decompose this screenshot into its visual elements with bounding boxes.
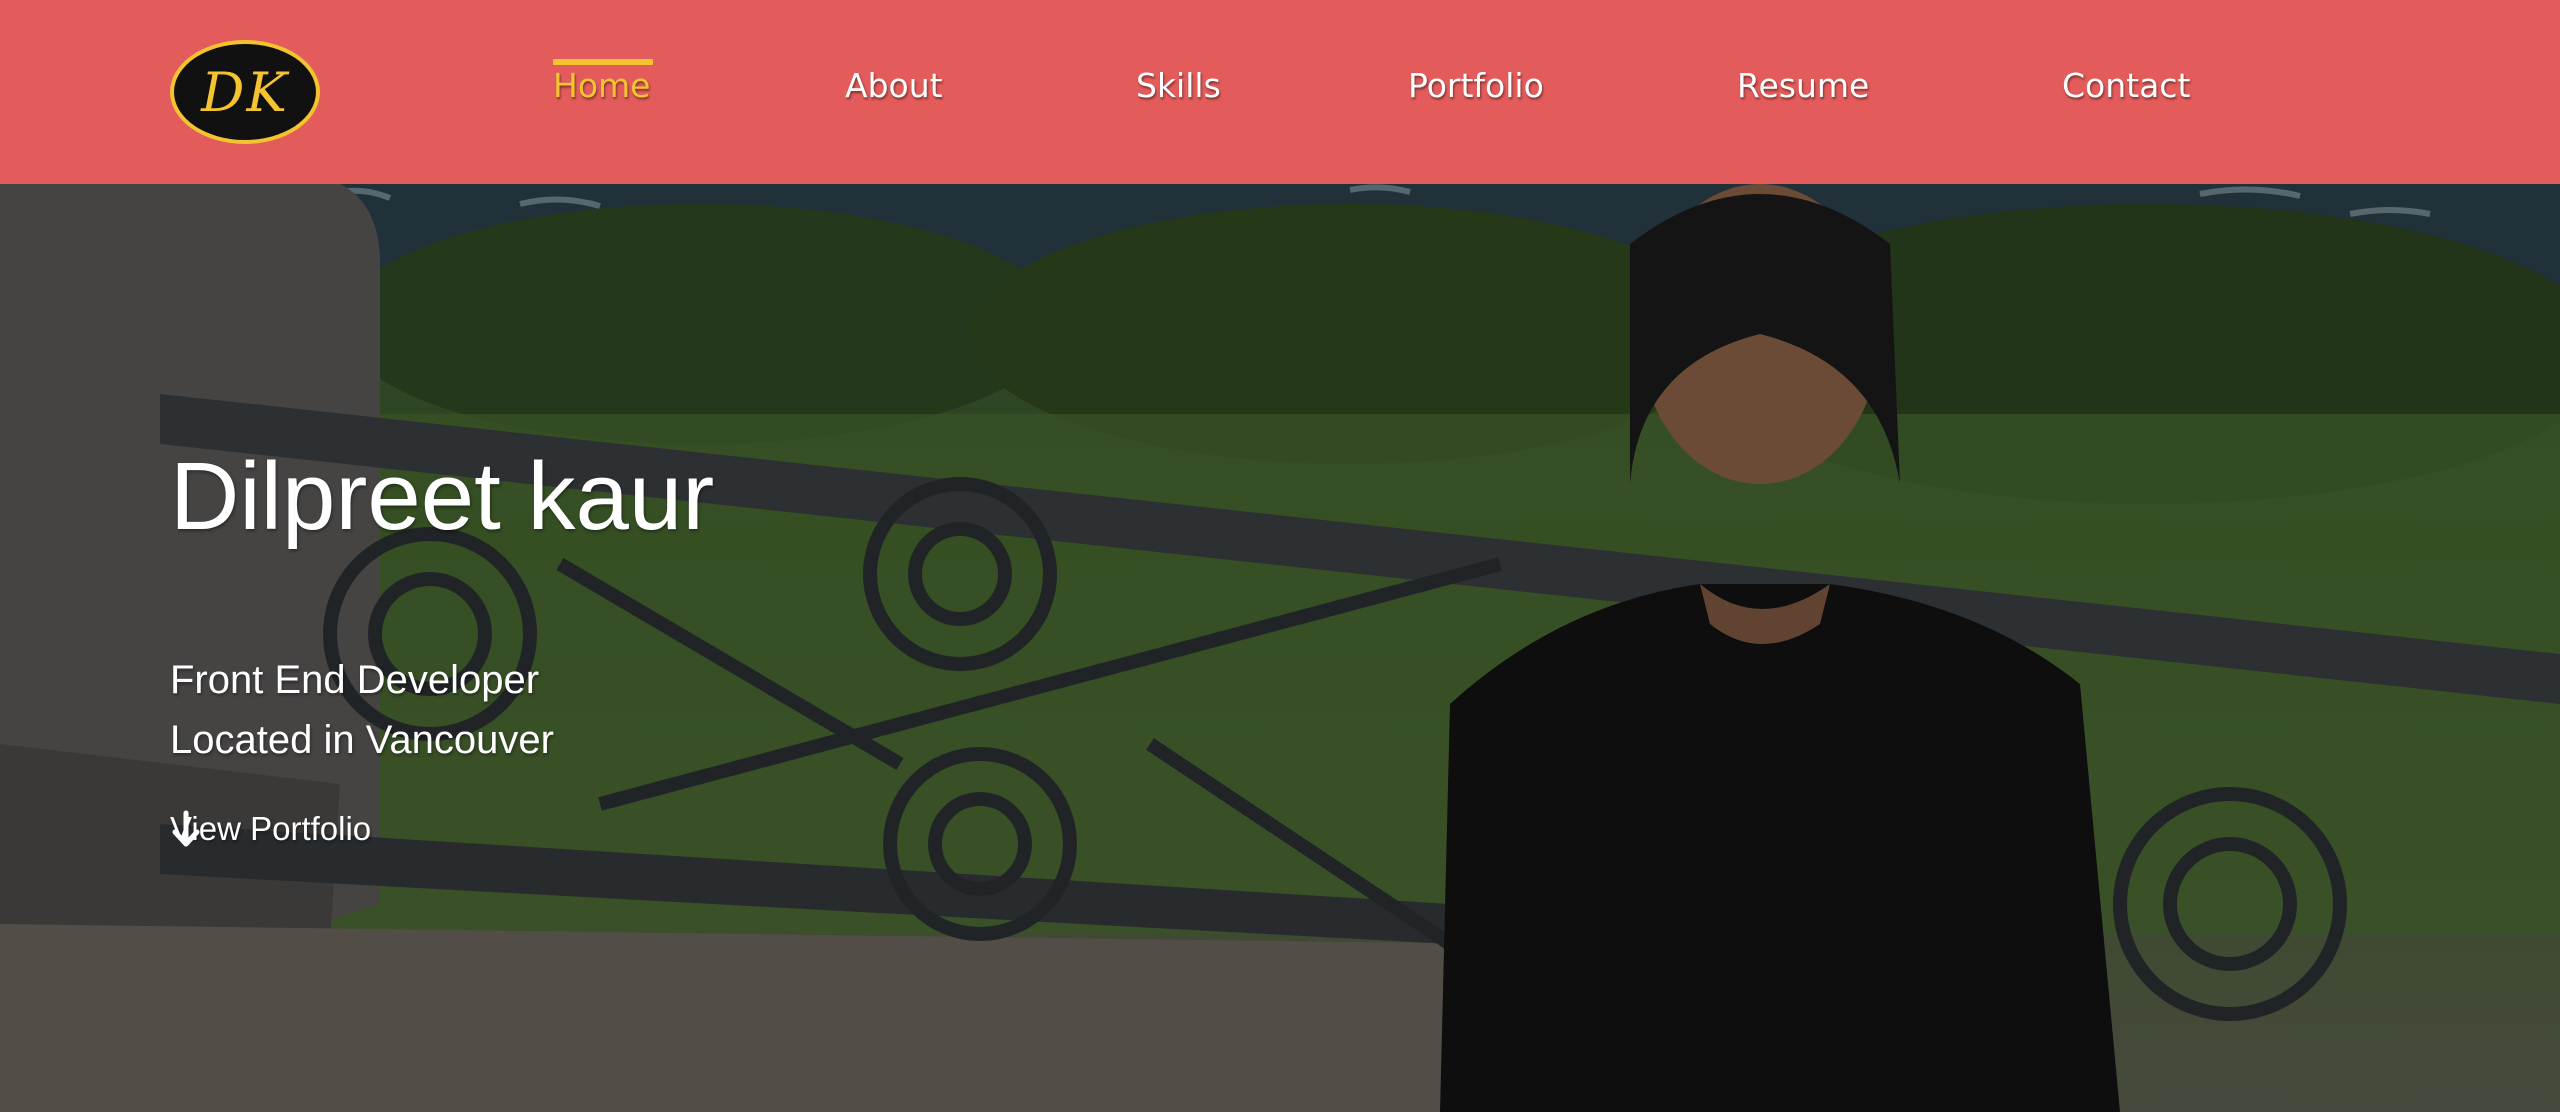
hero-title: Front End Developer xyxy=(170,658,540,702)
hero-location: Located in Vancouver xyxy=(170,718,554,762)
logo[interactable]: DK xyxy=(170,40,320,144)
nav-portfolio[interactable]: Portfolio xyxy=(1408,66,1544,105)
hero-dark-overlay xyxy=(0,184,2560,1112)
nav-resume[interactable]: Resume xyxy=(1737,66,1869,105)
arrow-down-icon xyxy=(172,810,200,847)
view-portfolio-link[interactable]: View Portfolio xyxy=(170,810,371,848)
hero-section: Dilpreet kaur Front End Developer Locate… xyxy=(0,184,2560,1112)
nav-skills[interactable]: Skills xyxy=(1136,66,1221,105)
site-header: DK Home About Skills Portfolio Resume Co… xyxy=(0,0,2560,184)
hero-name: Dilpreet kaur xyxy=(170,443,715,550)
nav-about[interactable]: About xyxy=(845,66,943,105)
logo-initials: DK xyxy=(201,60,289,124)
nav-contact[interactable]: Contact xyxy=(2062,66,2190,105)
nav-home[interactable]: Home xyxy=(553,66,650,105)
active-nav-indicator xyxy=(553,59,653,65)
